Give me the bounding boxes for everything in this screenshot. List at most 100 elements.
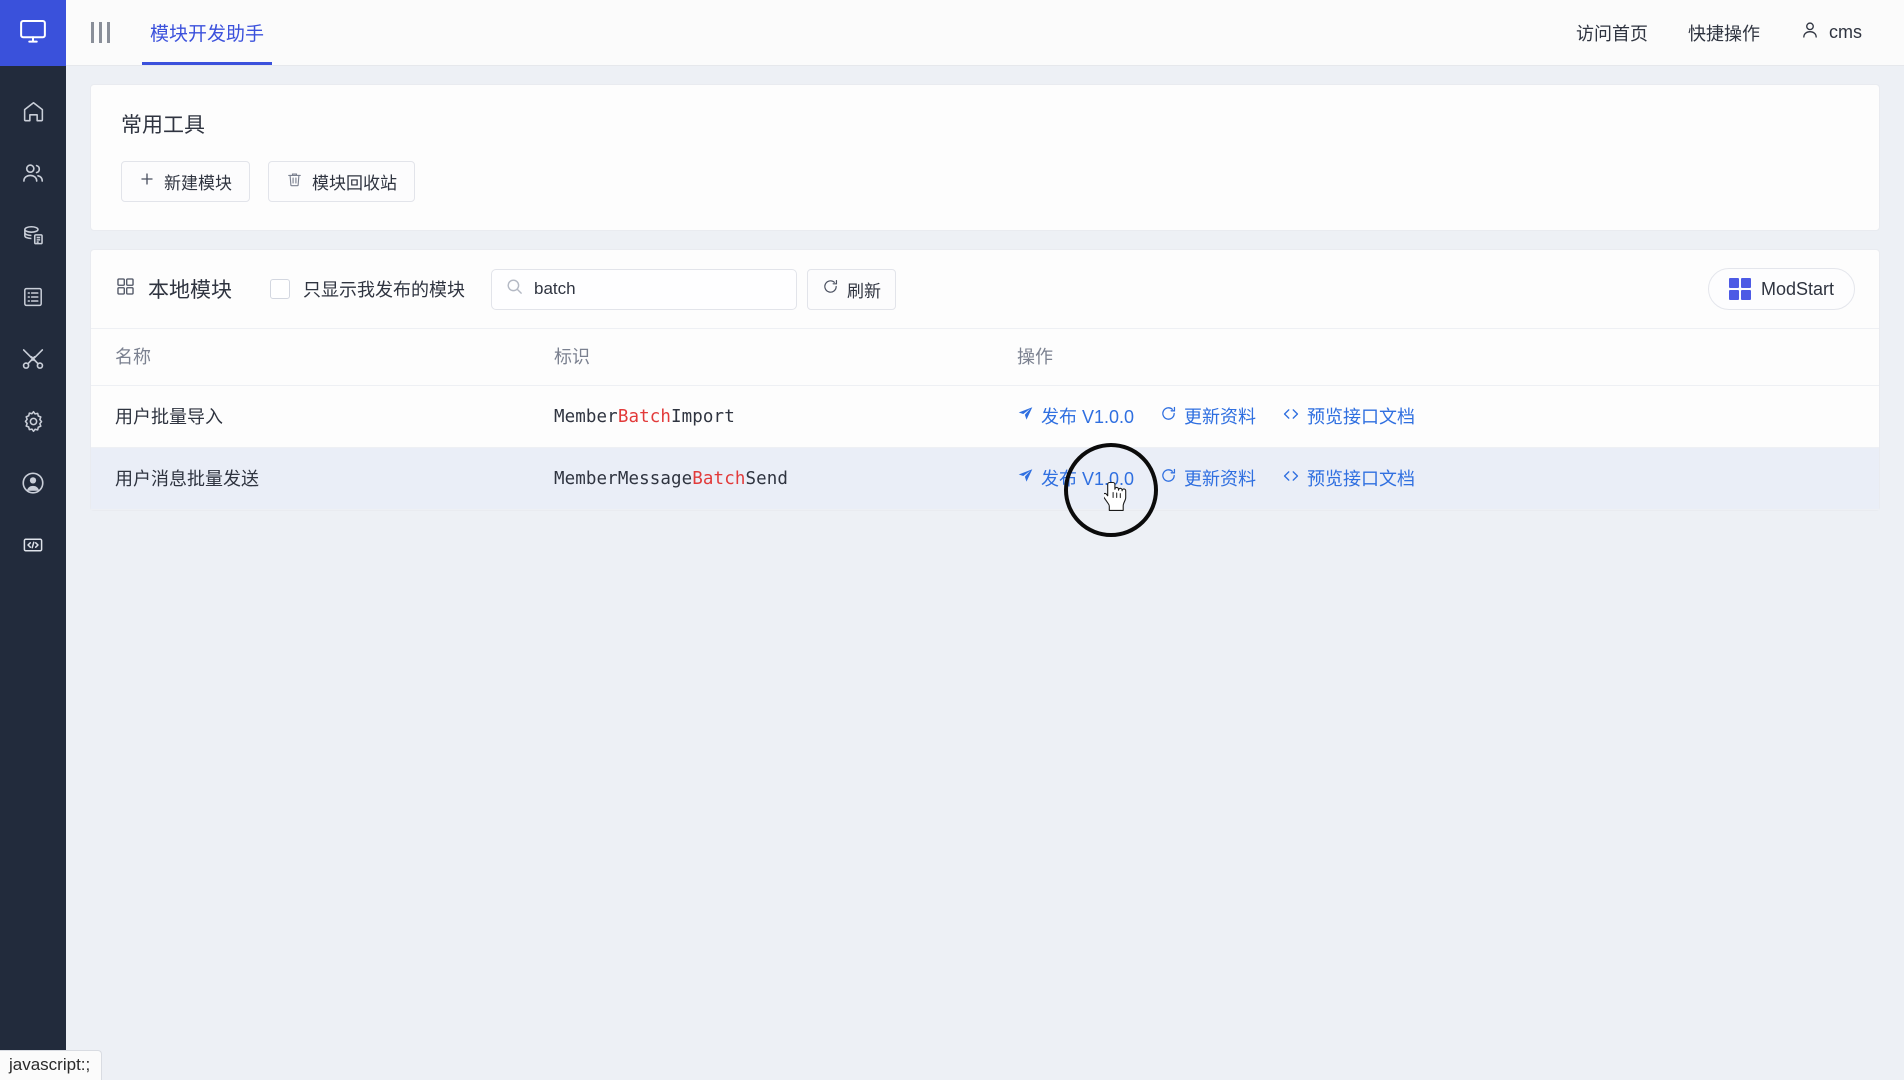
table-row[interactable]: 用户批量导入 MemberBatchImport 发布 V1.0.0 更新资料 …: [91, 385, 1879, 448]
send-icon: [1017, 405, 1034, 427]
refresh-label: 刷新: [847, 281, 881, 301]
checkbox-box[interactable]: [270, 279, 290, 299]
ident-match: Batch: [617, 406, 672, 427]
tab-module-dev-assistant[interactable]: 模块开发助手: [134, 0, 280, 65]
sidebar: [0, 0, 66, 1080]
visit-homepage-label: 访问首页: [1576, 23, 1648, 44]
common-tools-buttons: 新建模块 模块回收站: [121, 161, 1849, 202]
grid-icon: [115, 276, 136, 303]
code-brackets-icon: [1282, 467, 1300, 490]
sidebar-item-members[interactable]: [0, 142, 66, 204]
ident-prefix: MemberMessage: [554, 468, 693, 489]
users-icon: [20, 160, 46, 186]
preview-api-doc-action[interactable]: 预览接口文档: [1282, 403, 1415, 429]
sidebar-item-content[interactable]: [0, 266, 66, 328]
new-module-button[interactable]: 新建模块: [121, 161, 250, 202]
module-recycle-bin-label: 模块回收站: [312, 174, 397, 193]
quick-actions-label: 快捷操作: [1688, 23, 1760, 44]
database-icon: [21, 223, 46, 248]
refresh-button[interactable]: 刷新: [807, 268, 896, 310]
sidebar-item-home[interactable]: [0, 80, 66, 142]
publish-label: 发布 V1.0.0: [1041, 407, 1135, 427]
menu-toggle-button[interactable]: [66, 0, 134, 65]
column-header-ops: 操作: [1017, 328, 1879, 386]
modstart-label: ModStart: [1760, 278, 1834, 299]
visit-homepage-link[interactable]: 访问首页: [1576, 20, 1648, 46]
app-root: 模块开发助手 访问首页 快捷操作 cms 常用工具 新建模块 模块回收站 本地模…: [0, 0, 1904, 1080]
status-bar: javascript:;: [0, 1050, 103, 1080]
search-input[interactable]: [491, 268, 797, 310]
update-info-action[interactable]: 更新资料: [1160, 465, 1256, 491]
cell-module-name: 用户消息批量发送: [91, 447, 554, 510]
top-bar: 模块开发助手 访问首页 快捷操作 cms: [66, 0, 1904, 66]
row-actions: 发布 V1.0.0 更新资料 预览接口文档: [1017, 465, 1879, 491]
content-area: 常用工具 新建模块 模块回收站 本地模块 只显示我发布的模块 batch 刷新 …: [66, 66, 1904, 1080]
publish-label: 发布 V1.0.0: [1041, 469, 1135, 489]
home-icon: [21, 99, 46, 124]
trash-icon: [286, 171, 303, 193]
module-search[interactable]: [491, 268, 797, 310]
ident-prefix: Member: [554, 406, 618, 427]
menu-bars-icon: [90, 22, 110, 43]
cell-module-ident: MemberBatchImport: [554, 385, 1017, 448]
update-info-label: 更新资料: [1184, 407, 1257, 427]
code-brackets-icon: [1282, 405, 1300, 428]
cell-module-ident: MemberMessageBatchSend: [554, 447, 1017, 510]
gear-icon: [21, 409, 46, 434]
modstart-button[interactable]: ModStart: [1707, 268, 1855, 310]
modules-table: 名称 标识 操作 用户批量导入 MemberBatchImport 发布 V1.…: [91, 328, 1879, 510]
tab-label: 模块开发助手: [150, 24, 265, 45]
column-header-ident: 标识: [554, 328, 1017, 386]
table-header-row: 名称 标识 操作: [91, 328, 1879, 386]
sidebar-item-account[interactable]: [0, 452, 66, 514]
local-modules-card: 本地模块 只显示我发布的模块 batch 刷新 ModStart 名称 标识 操…: [90, 249, 1880, 511]
publish-action[interactable]: 发布 V1.0.0: [1017, 465, 1134, 491]
modules-toolbar: 本地模块 只显示我发布的模块 batch 刷新 ModStart: [91, 250, 1879, 328]
sidebar-item-developer[interactable]: [0, 514, 66, 576]
table-head: 名称 标识 操作: [91, 328, 1879, 386]
app-logo[interactable]: [0, 0, 66, 66]
preview-api-doc-label: 预览接口文档: [1307, 407, 1416, 427]
code-icon: [21, 533, 45, 557]
main-area: 模块开发助手 访问首页 快捷操作 cms 常用工具 新建模块 模块回收站 本地模…: [66, 0, 1904, 1080]
sidebar-item-tools[interactable]: [0, 328, 66, 390]
refresh-icon: [822, 278, 839, 300]
local-modules-title: 本地模块: [115, 274, 232, 304]
update-info-label: 更新资料: [1184, 469, 1257, 489]
table-row[interactable]: 用户消息批量发送 MemberMessageBatchSend 发布 V1.0.…: [91, 447, 1879, 510]
tools-icon: [20, 346, 46, 372]
sidebar-item-settings[interactable]: [0, 390, 66, 452]
common-tools-card: 常用工具 新建模块 模块回收站: [90, 84, 1880, 231]
ident-text: MemberBatchImport: [554, 407, 735, 427]
refresh-icon: [1160, 405, 1177, 427]
preview-api-doc-action[interactable]: 预览接口文档: [1282, 465, 1415, 491]
user-menu[interactable]: cms: [1800, 20, 1862, 45]
monitor-icon: [18, 16, 48, 51]
update-info-action[interactable]: 更新资料: [1160, 403, 1256, 429]
user-icon: [1800, 20, 1820, 45]
only-my-modules-checkbox[interactable]: 只显示我发布的模块: [270, 276, 465, 302]
top-tabs: 模块开发助手: [134, 0, 280, 65]
ident-suffix: Import: [671, 406, 735, 427]
sidebar-item-data[interactable]: [0, 204, 66, 266]
send-icon: [1017, 467, 1034, 489]
column-header-name: 名称: [91, 328, 554, 386]
list-icon: [21, 285, 45, 309]
only-my-modules-label: 只显示我发布的模块: [303, 280, 465, 300]
ident-suffix: Send: [745, 468, 789, 489]
table-body: 用户批量导入 MemberBatchImport 发布 V1.0.0 更新资料 …: [91, 385, 1879, 510]
modstart-logo-icon: [1728, 278, 1751, 300]
cell-actions: 发布 V1.0.0 更新资料 预览接口文档: [1017, 447, 1879, 510]
user-name: cms: [1829, 22, 1862, 42]
module-recycle-bin-button[interactable]: 模块回收站: [268, 161, 415, 202]
cell-actions: 发布 V1.0.0 更新资料 预览接口文档: [1017, 385, 1879, 448]
publish-action[interactable]: 发布 V1.0.0: [1017, 403, 1134, 429]
row-actions: 发布 V1.0.0 更新资料 预览接口文档: [1017, 403, 1879, 429]
quick-actions-link[interactable]: 快捷操作: [1688, 20, 1760, 46]
topbar-actions: 访问首页 快捷操作 cms: [1576, 0, 1904, 65]
sidebar-nav: [0, 66, 66, 576]
new-module-label: 新建模块: [164, 174, 232, 193]
ident-match: Batch: [692, 468, 746, 489]
common-tools-title: 常用工具: [121, 114, 205, 137]
